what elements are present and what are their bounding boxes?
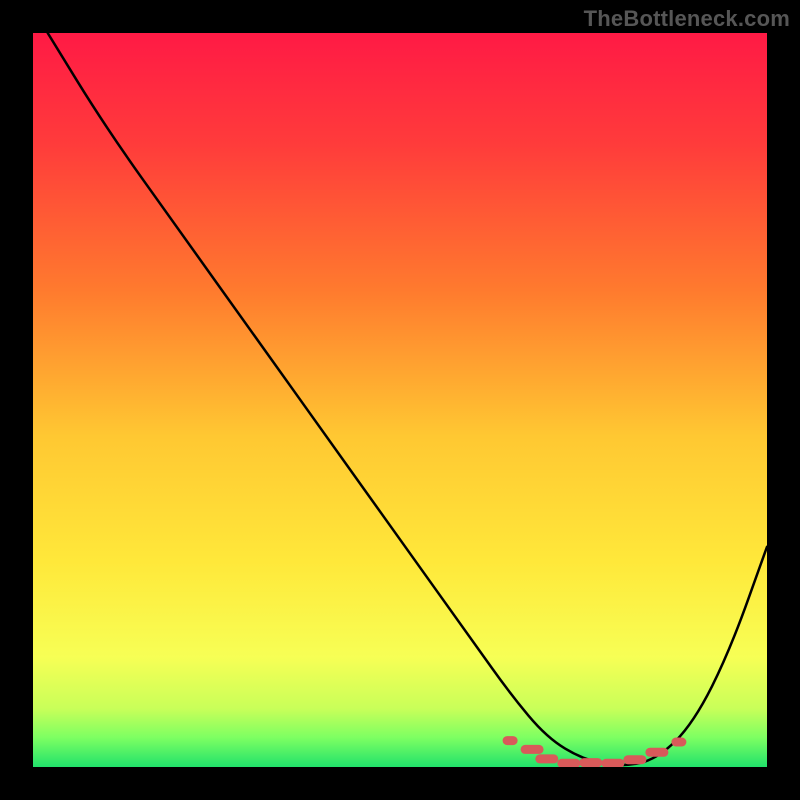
stage: TheBottleneck.com xyxy=(0,0,800,800)
chart-overlay xyxy=(33,33,767,767)
bottleneck-curve xyxy=(48,33,767,765)
valley-markers xyxy=(507,741,682,764)
attribution-label: TheBottleneck.com xyxy=(584,6,790,32)
chart-plot-area xyxy=(33,33,767,767)
